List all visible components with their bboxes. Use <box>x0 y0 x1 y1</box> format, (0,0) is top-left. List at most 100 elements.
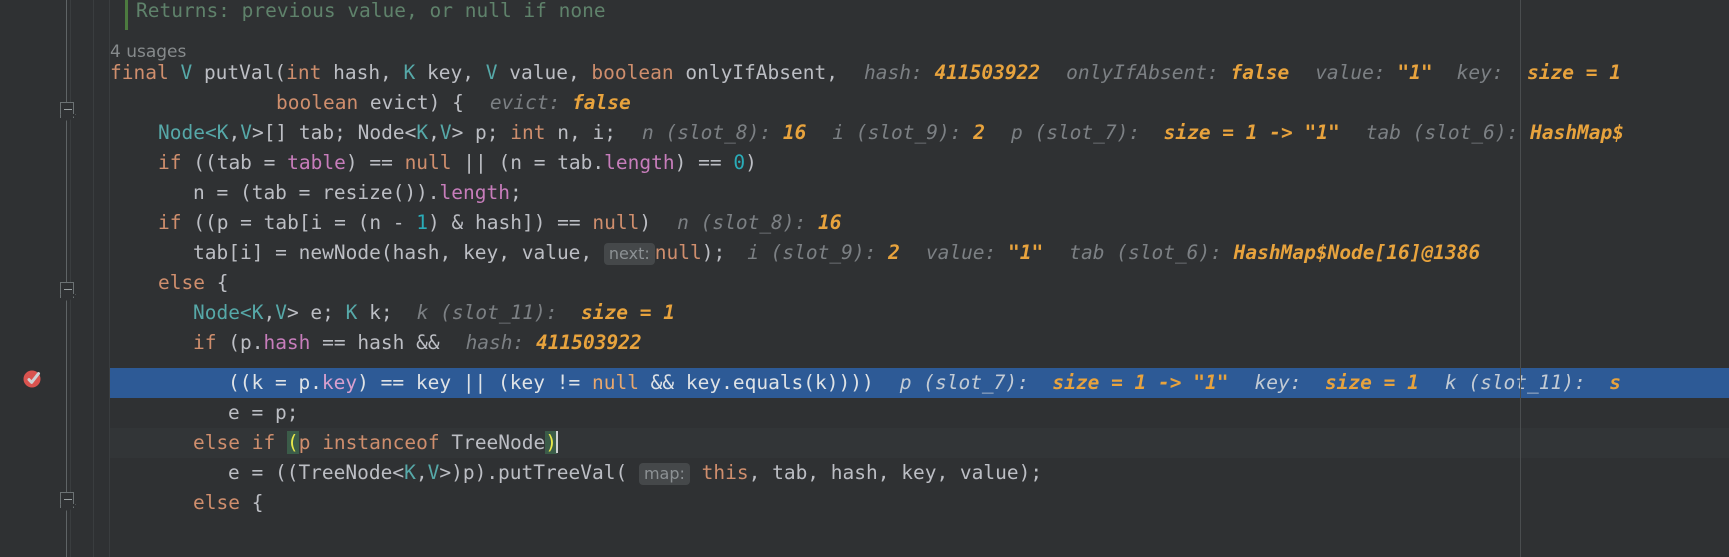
right-margin-guide <box>1520 0 1521 557</box>
type-v2: V <box>485 61 498 84</box>
debug-hint-onlyifabsent-value[interactable]: false <box>1230 61 1289 84</box>
param-hint-map[interactable]: map: <box>638 463 690 485</box>
debug-hint-k-label[interactable]: k (slot_11): <box>417 301 558 324</box>
debug-hint-tab-value[interactable]: HashMap$Node[16]@1386 <box>1234 241 1481 264</box>
debug-hint-k-label[interactable]: k (slot_11): <box>1445 371 1586 394</box>
keyword-else: else <box>158 271 205 294</box>
code-line-else-if-treenode[interactable]: else if (p instanceof TreeNode) <box>0 428 1729 458</box>
debug-hint-p-label[interactable]: p (slot_7): <box>900 371 1029 394</box>
node-seg-1: > e; <box>286 301 346 324</box>
code-line-else-open-2[interactable]: else { <box>0 488 1729 518</box>
number-one: 1 <box>416 211 429 234</box>
puttreeval-seg-1: e = ((TreeNode< <box>228 461 405 484</box>
code-line-newnode[interactable]: tab[i] = newNode(hash, key, value, next:… <box>0 238 1729 268</box>
debug-hint-p-value[interactable]: size = 1 -> "1" <box>1164 121 1340 144</box>
debug-hint-value-value[interactable]: "1" <box>1397 61 1432 84</box>
debug-hint-value-value[interactable]: "1" <box>1008 241 1043 264</box>
code-line-else-open[interactable]: else { <box>0 268 1729 298</box>
code-line-node-e-k[interactable]: Node<K,V> e; K k; k (slot_11): size = 1 <box>0 298 1729 328</box>
method-name-putval: putVal( <box>192 61 287 84</box>
keyword-null: null <box>591 371 639 394</box>
gutter-divider-2 <box>93 0 94 557</box>
debug-hint-key-value[interactable]: size = 1 <box>1527 61 1621 84</box>
debug-hint-key-label[interactable]: key: <box>1254 371 1301 394</box>
code-line-evict-param[interactable]: boolean evict) {evict: false <box>0 88 1729 118</box>
code-editor[interactable]: Returns: previous value, or null if none… <box>0 0 1729 557</box>
param-hint-next[interactable]: next: <box>603 243 655 265</box>
fold-collapse-icon[interactable] <box>60 102 74 118</box>
debug-hint-hash-label[interactable]: hash: <box>864 61 923 84</box>
comma: , <box>415 461 428 484</box>
keyword-boolean: boolean <box>591 61 674 84</box>
debug-hint-key-value[interactable]: size = 1 <box>1325 371 1419 394</box>
code-line-if-phash[interactable]: if (p.hash == hash && hash: 411503922 <box>0 328 1729 358</box>
if-hash-seg-2: == hash && <box>310 331 440 354</box>
debug-hint-p-value[interactable]: size = 1 -> "1" <box>1052 371 1228 394</box>
debug-hint-evict-value[interactable]: false <box>572 91 631 114</box>
debug-hint-i-value[interactable]: 2 <box>888 241 900 264</box>
keyword-else: else <box>193 431 240 454</box>
exec-seg-1: ((k = p. <box>228 371 322 394</box>
puttreeval-seg-3: , tab, hash, key, value); <box>748 461 1043 484</box>
keyword-if: if <box>158 151 182 174</box>
editor-gutter[interactable] <box>0 0 110 557</box>
code-line-execution-point[interactable]: ((k = p.key) == key || (key != null && k… <box>0 368 1729 398</box>
code-line-locals-decl[interactable]: Node<K,V>[] tab; Node<K,V> p; int n, i; n… <box>0 118 1729 148</box>
debug-hint-i-value[interactable]: 2 <box>973 121 985 144</box>
brace-open: { <box>204 271 229 294</box>
fold-collapse-icon[interactable] <box>60 492 74 508</box>
debug-hint-n-label[interactable]: n (slot_8): <box>642 121 771 144</box>
debug-hint-p-label[interactable]: p (slot_7): <box>1011 121 1140 144</box>
debug-hint-key-label[interactable]: key: <box>1457 61 1504 84</box>
breakpoint-verified-icon[interactable] <box>22 367 44 389</box>
number-zero: 0 <box>733 151 746 174</box>
newnode-seg-1: tab[i] = newNode(hash, key, value, <box>193 241 604 264</box>
debug-hint-n-value[interactable]: 16 <box>818 211 841 234</box>
debug-hint-hash-label[interactable]: hash: <box>466 331 525 354</box>
code-line-if-p-tab-null[interactable]: if ((p = tab[i = (n - 1) & hash]) == nul… <box>0 208 1729 238</box>
code-line-if-table-null[interactable]: if ((tab = table) == null || (n = tab.le… <box>0 148 1729 178</box>
debug-hint-tab-label[interactable]: tab (slot_6): <box>1069 241 1222 264</box>
debug-hint-hash-value[interactable]: 411503922 <box>934 61 1040 84</box>
keyword-if: if <box>158 211 182 234</box>
debug-hint-tab-label[interactable]: tab (slot_6): <box>1366 121 1519 144</box>
if-seg-5: ) <box>745 151 757 174</box>
keyword-int: int <box>510 121 546 144</box>
debug-hint-k-value[interactable]: size = 1 <box>581 301 675 324</box>
if-p-seg-3: ) <box>639 211 652 234</box>
debug-hint-onlyifabsent-label[interactable]: onlyIfAbsent: <box>1066 61 1219 84</box>
debug-hint-n-value[interactable]: 16 <box>783 121 806 144</box>
newnode-seg-2: ); <box>701 241 726 264</box>
comma: , <box>263 301 276 324</box>
field-length: length <box>604 151 675 174</box>
keyword-boolean: boolean <box>276 91 359 114</box>
type-k2: K <box>345 301 358 324</box>
if-seg-2: ) == <box>345 151 405 174</box>
debug-hint-evict-label[interactable]: evict: <box>490 91 560 114</box>
fold-collapse-icon[interactable] <box>60 282 74 298</box>
debug-hint-hash-value[interactable]: 411503922 <box>536 331 642 354</box>
code-line-resize-length[interactable]: n = (tab = resize()).length; <box>0 178 1729 208</box>
code-line-e-equals-p[interactable]: e = p; <box>0 398 1729 428</box>
code-line-javadoc-returns[interactable]: Returns: previous value, or null if none <box>0 0 1729 26</box>
field-length: length <box>439 181 510 204</box>
type-node: Node< <box>158 121 217 144</box>
code-line-putval-signature[interactable]: final V putVal(int hash, K key, V value,… <box>0 58 1729 88</box>
exec-seg-3: && key.equals(k)))) <box>638 371 874 394</box>
debug-hint-n-label[interactable]: n (slot_8): <box>677 211 806 234</box>
type-node: Node< <box>193 301 252 324</box>
debug-hint-k-value[interactable]: s <box>1609 371 1621 394</box>
code-content[interactable]: Returns: previous value, or null if none… <box>0 0 1729 557</box>
resize-seg-2: ; <box>510 181 522 204</box>
gutter-divider-1 <box>70 0 71 557</box>
debug-hint-value-label[interactable]: value: <box>1315 61 1385 84</box>
debug-hint-value-label[interactable]: value: <box>926 241 996 264</box>
code-line-puttreeval[interactable]: e = ((TreeNode<K,V>)p).putTreeVal( map: … <box>0 458 1729 488</box>
keyword-this: this <box>701 461 749 484</box>
debug-hint-tab-value[interactable]: HashMap$ <box>1530 121 1624 144</box>
debug-hint-i-label[interactable]: i (slot_9): <box>832 121 961 144</box>
param-key: key, <box>415 61 486 84</box>
puttreeval-seg-2: >)p).putTreeVal( <box>439 461 639 484</box>
brace-open: { <box>239 491 264 514</box>
debug-hint-i-label[interactable]: i (slot_9): <box>747 241 876 264</box>
